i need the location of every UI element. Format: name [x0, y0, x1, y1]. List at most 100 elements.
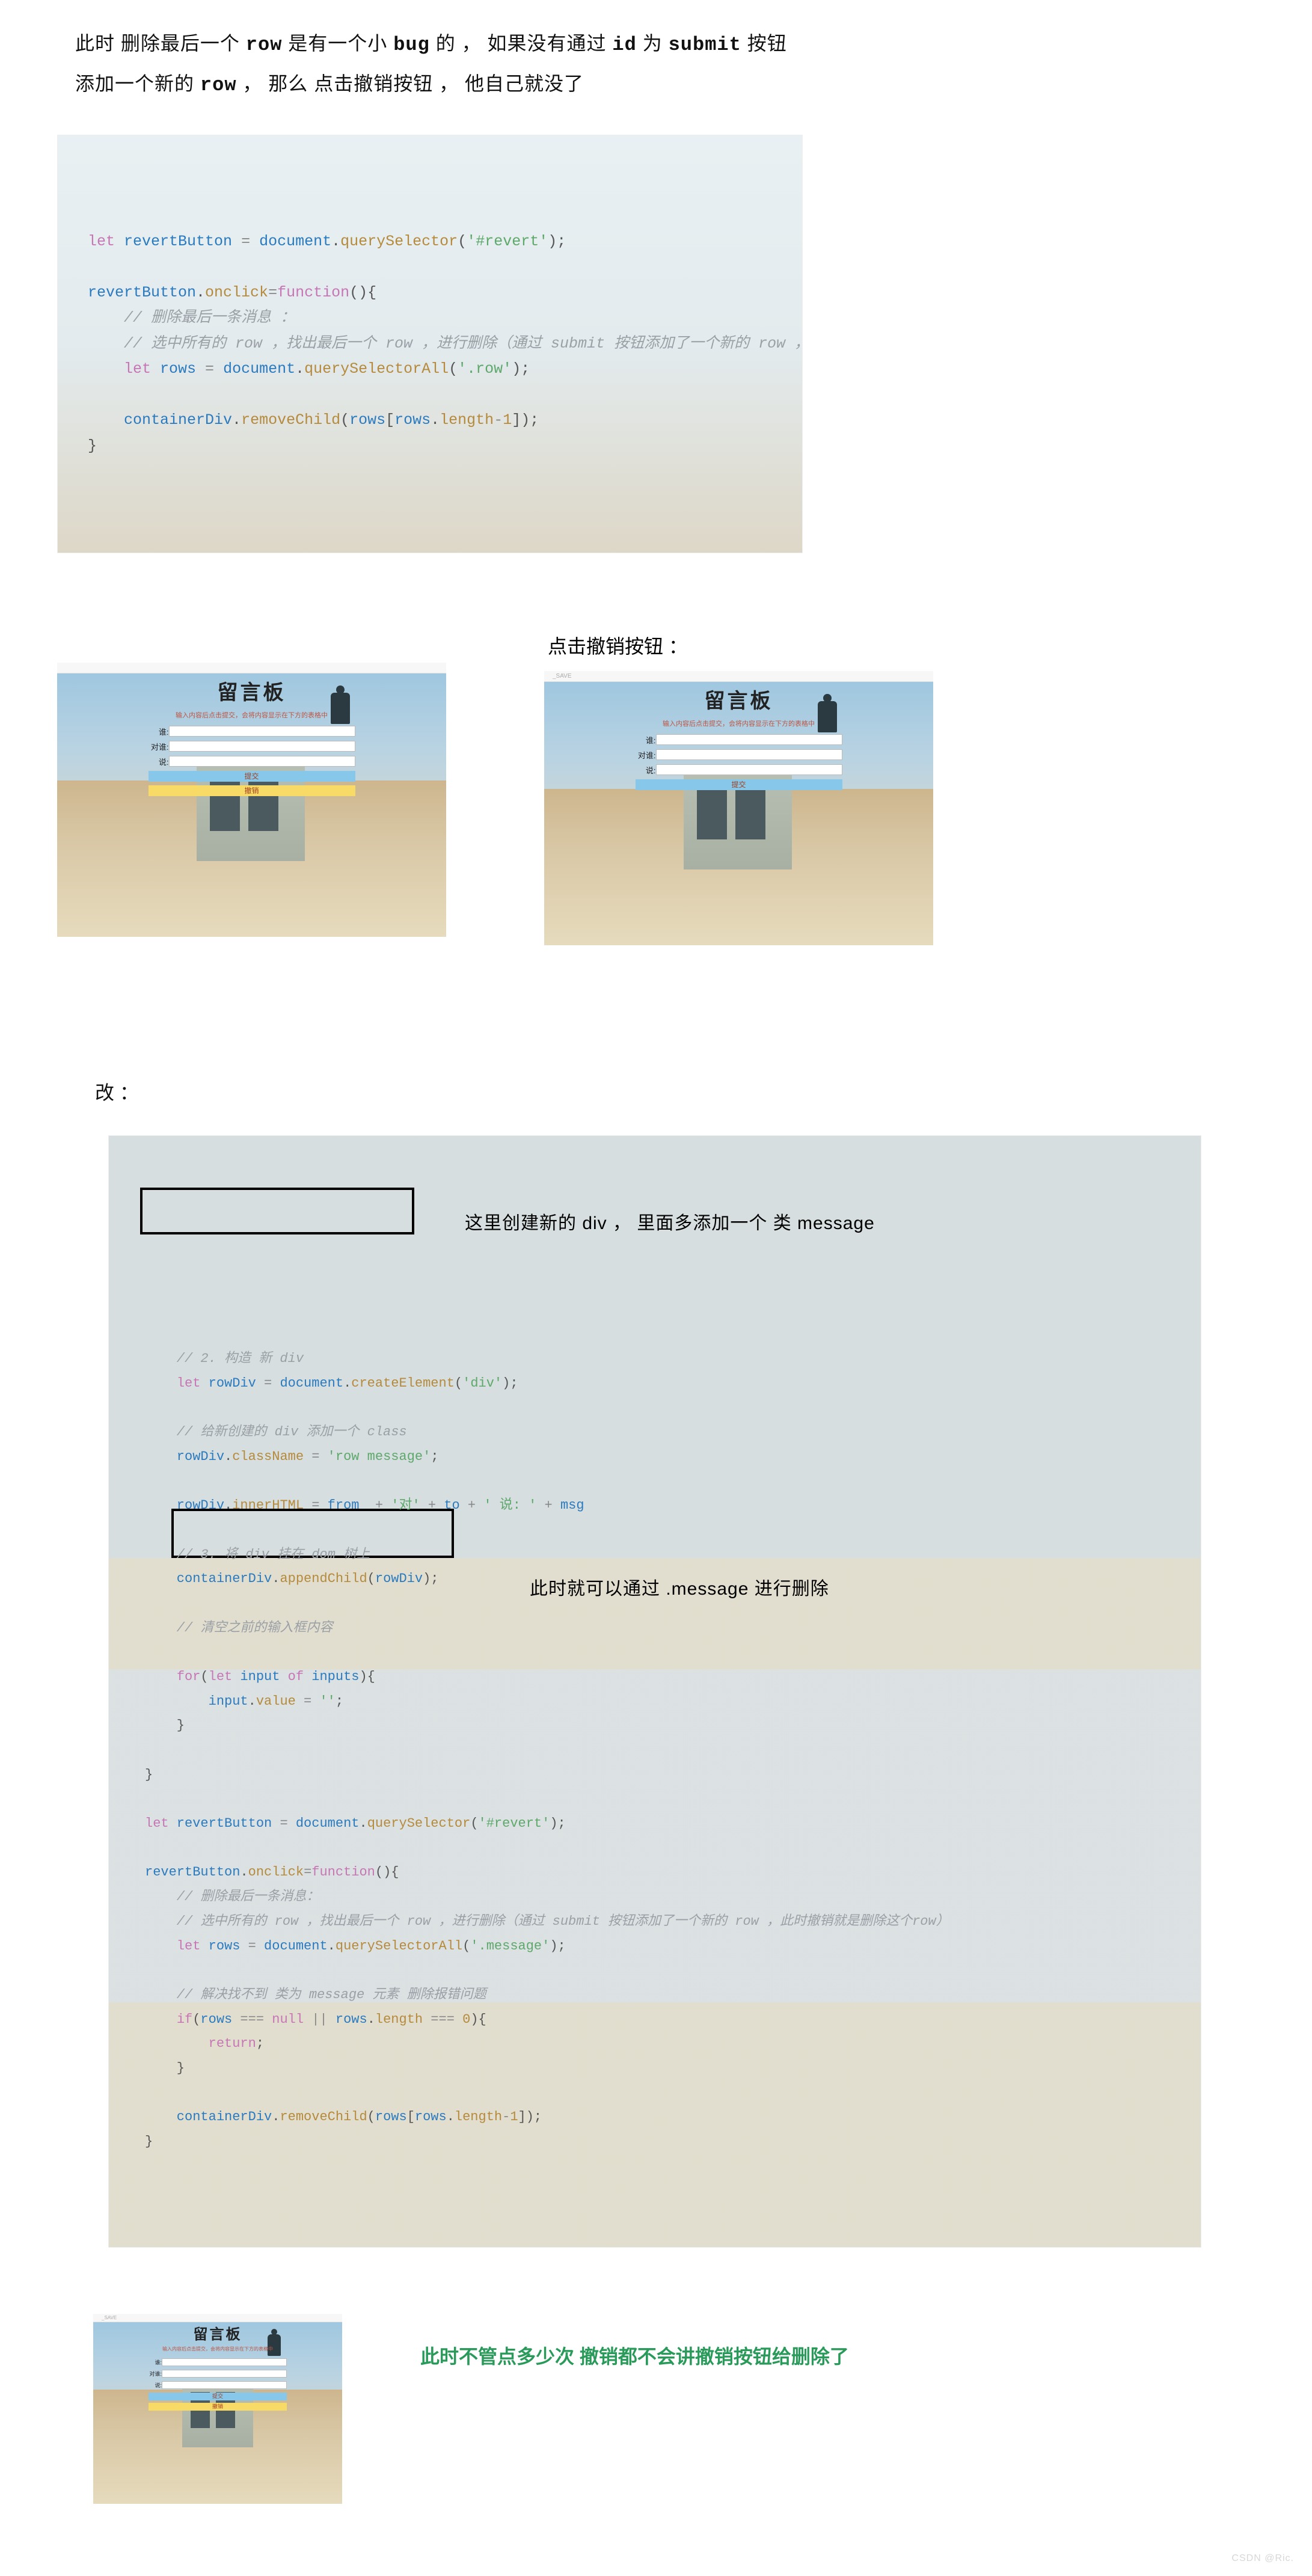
input-to[interactable] — [656, 749, 842, 760]
shot-fixed-col: _SAVE 留言板 输入内容后点击提交，会将内容显示在下方的表格中 谁: 对谁:… — [93, 2314, 342, 2504]
ws — [145, 1669, 177, 1684]
p: . — [359, 1816, 367, 1831]
intro-paragraph: 此时 删除最后一个 row 是有一个小 bug 的 ， 如果没有通过 id 为 … — [75, 24, 1312, 105]
op: === — [423, 2012, 462, 2027]
p: ; — [431, 1449, 438, 1464]
p: ); — [550, 1939, 565, 1954]
fn: querySelector — [340, 233, 458, 250]
id: to — [444, 1498, 459, 1513]
shot-before-col: 留言板 输入内容后点击提交，会将内容显示在下方的表格中 谁: 对谁: 说: 提交… — [57, 631, 446, 945]
intro-line-2: 添加一个新的 row ， 那么 点击撤销按钮 ， 他自己就没了 — [75, 64, 1312, 105]
kw: let — [177, 1376, 201, 1391]
board-title: 留言板 — [149, 676, 355, 705]
op: + — [420, 1498, 444, 1513]
id: rowDiv — [145, 1449, 224, 1464]
id: from — [328, 1498, 360, 1513]
screenshot-before: 留言板 输入内容后点击提交，会将内容显示在下方的表格中 谁: 对谁: 说: 提交… — [57, 663, 446, 937]
kw-row: row — [200, 74, 237, 96]
id: containerDiv — [145, 1571, 272, 1586]
conclusion-note: 此时不管点多少次 撤销都不会讲撤销按钮给删除了 — [420, 2341, 849, 2369]
p: ( — [470, 1816, 478, 1831]
s: 'row message' — [328, 1449, 431, 1464]
input-say[interactable] — [162, 2381, 287, 2389]
comment: // 删除最后一条消息 ： — [88, 309, 295, 327]
section-fix-heading: 改 ： — [95, 1078, 1312, 1105]
comment: // 解决找不到 类为 message 元素 删除报错问题 — [145, 1987, 486, 2002]
fn: querySelectorAll — [336, 1939, 462, 1954]
comment: // 清空之前的输入框内容 — [145, 1621, 333, 1636]
p: (){ — [349, 284, 376, 301]
p: } — [145, 1767, 153, 1782]
id: rows — [200, 2012, 232, 2027]
id: length — [440, 411, 494, 429]
input-who[interactable] — [162, 2358, 287, 2366]
input-to[interactable] — [162, 2370, 287, 2378]
id: containerDiv — [88, 411, 232, 429]
revert-button[interactable]: 撤销 — [149, 2403, 287, 2411]
submit-button[interactable]: 提交 — [149, 771, 355, 782]
p: } — [145, 1718, 185, 1733]
p: . — [447, 2109, 455, 2124]
screenshot-after: _SAVE 留言板 输入内容后点击提交，会将内容显示在下方的表格中 谁: 对谁:… — [544, 671, 933, 945]
id: rows — [375, 2109, 407, 2124]
id: rows — [415, 2109, 447, 2124]
input-to[interactable] — [169, 741, 355, 752]
t: 是有一个小 — [288, 32, 393, 54]
id: className — [232, 1449, 304, 1464]
kw: let — [177, 1939, 201, 1954]
p: ( — [367, 1571, 375, 1586]
n: 1 — [503, 411, 512, 429]
id: revertButton — [169, 1816, 272, 1831]
op: = — [304, 1498, 328, 1513]
input-who[interactable] — [656, 734, 842, 745]
id: rows — [151, 360, 196, 378]
kw: of — [288, 1669, 304, 1684]
submit-button[interactable]: 提交 — [636, 779, 842, 790]
op: + — [460, 1498, 484, 1513]
id: onclick — [248, 1865, 304, 1880]
p: } — [88, 437, 97, 455]
input-say[interactable] — [656, 764, 842, 775]
t: 添加一个新的 — [75, 73, 200, 94]
comment: // 给新创建的 div 添加一个 class — [145, 1424, 407, 1440]
p: ); — [548, 233, 566, 250]
p: ; — [256, 2036, 264, 2051]
t: 为 — [643, 32, 669, 54]
kw: for — [177, 1669, 201, 1684]
p: ); — [512, 360, 530, 378]
input-say[interactable] — [169, 756, 355, 767]
revert-button[interactable]: 撤销 — [149, 785, 355, 796]
op: = — [268, 284, 277, 301]
callout-box-1 — [140, 1188, 414, 1234]
p: . — [272, 2109, 280, 2124]
shot-after-col: 点击撤销按钮 ： _SAVE 留言板 输入内容后点击提交，会将内容显示在下方的表… — [544, 631, 933, 945]
p: . — [224, 1498, 232, 1513]
kw-bug: bug — [393, 34, 430, 56]
p: ( — [455, 1376, 462, 1391]
p: . — [343, 1376, 351, 1391]
p: . — [331, 233, 340, 250]
browser-tab — [57, 663, 446, 673]
kw: let — [145, 1816, 169, 1831]
op: = — [240, 1939, 264, 1954]
board-title: 留言板 — [636, 684, 842, 714]
n: 0 — [462, 2012, 470, 2027]
id: rowDiv — [200, 1376, 256, 1391]
p: . — [240, 1865, 248, 1880]
p: . — [431, 411, 440, 429]
op: = — [232, 233, 259, 250]
comment: // 选中所有的 row ，找出最后一个 row ，进行删除（通过 submit… — [88, 335, 803, 352]
op: = — [272, 1816, 296, 1831]
t: 按钮 — [747, 32, 787, 54]
callout-text-1: 这里创建新的 div ， 里面多添加一个 类 message — [465, 1207, 875, 1240]
board-subtitle: 输入内容后点击提交，会将内容显示在下方的表格中 — [636, 719, 842, 728]
board-subtitle: 输入内容后点击提交，会将内容显示在下方的表格中 — [149, 2346, 287, 2352]
input-who[interactable] — [169, 726, 355, 737]
fn: createElement — [351, 1376, 455, 1391]
label-to: 对谁: — [636, 749, 656, 761]
label-say: 说: — [149, 2381, 162, 2389]
submit-button[interactable]: 提交 — [149, 2393, 287, 2400]
n: 1 — [510, 2109, 518, 2124]
comment: // 删除最后一条消息： — [145, 1889, 319, 1904]
op: - — [502, 2109, 510, 2124]
